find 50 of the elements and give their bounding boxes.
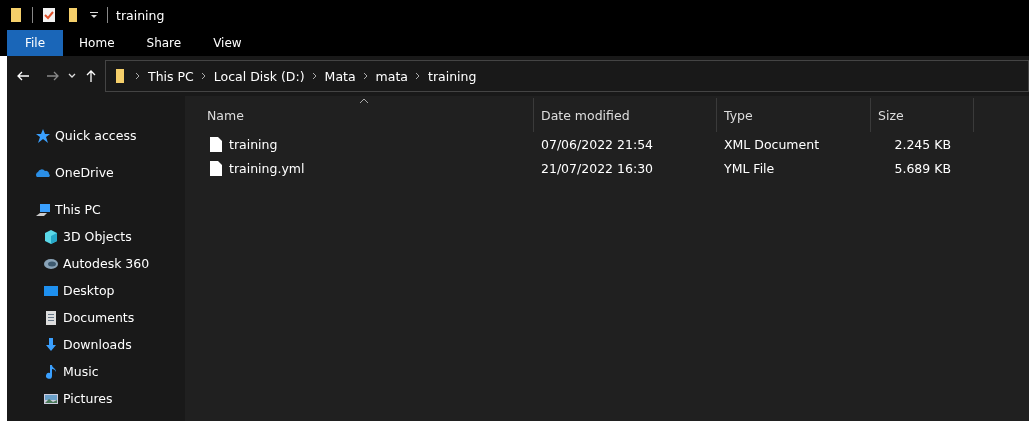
star-icon [35,127,51,144]
column-header[interactable]: Name [185,98,534,132]
table-cell-text: 21/07/2022 16:30 [540,160,655,176]
sidebar-item[interactable]: Desktop [63,283,115,298]
breadcrumb-item[interactable]: mata [375,68,408,84]
chevron-right-icon[interactable] [199,72,208,80]
table-cell-text: YML File [723,160,776,176]
column-header[interactable]: Date modified [534,98,717,132]
document-icon [43,309,59,326]
properties-icon[interactable] [41,7,57,23]
dropdown-icon[interactable] [89,10,99,20]
ribbon-tab[interactable]: View [197,30,258,56]
computer-icon [35,201,51,218]
sidebar-item[interactable]: OneDrive [55,165,114,180]
sidebar-item[interactable]: Downloads [63,337,132,352]
file-icon [209,135,223,153]
table-cell-text: 2.245 KB [893,136,951,152]
table-cell-text: 5.689 KB [893,160,951,176]
ribbon-tab[interactable]: Home [63,30,131,56]
ribbon-tab[interactable]: Share [130,30,198,56]
breadcrumb-item[interactable]: training [428,68,477,84]
breadcrumb-item[interactable]: Local Disk (D:) [213,68,305,84]
table-cell-text: XML Document [723,136,821,152]
sidebar-item[interactable]: 3D Objects [63,229,132,244]
breadcrumb-item[interactable]: This PC [148,68,194,84]
sort-caret-icon [359,98,369,104]
window-title: training [116,7,165,23]
sidebar-item[interactable]: This PC [55,202,101,217]
file-icon [209,159,223,177]
chevron-right-icon[interactable] [134,72,142,80]
file-name[interactable]: training.yml [229,160,305,176]
chevron-right-icon[interactable] [310,72,319,80]
download-icon [43,336,59,353]
table-cell-text: 07/06/2022 21:54 [540,136,655,152]
cube-icon [43,228,59,245]
sidebar-item[interactable]: Autodesk 360 [63,256,150,271]
sidebar-item[interactable]: Pictures [63,391,113,406]
sidebar-item[interactable]: Quick access [55,128,137,143]
column-header[interactable]: Size [871,98,974,132]
sidebar-item[interactable]: Music [63,364,99,379]
sidebar-item[interactable]: Documents [63,310,135,325]
chevron-right-icon[interactable] [414,72,422,80]
folder-icon[interactable] [8,7,24,23]
music-note-icon [43,363,59,380]
address-bar[interactable]: This PC Local Disk (D:) Mata mata training [105,60,1029,92]
breadcrumb-item[interactable]: Mata [324,68,356,84]
ribbon-tab[interactable]: File [7,30,64,56]
column-header[interactable]: Type [717,98,871,132]
chevron-right-icon[interactable] [361,72,370,80]
file-name[interactable]: training [229,136,278,152]
